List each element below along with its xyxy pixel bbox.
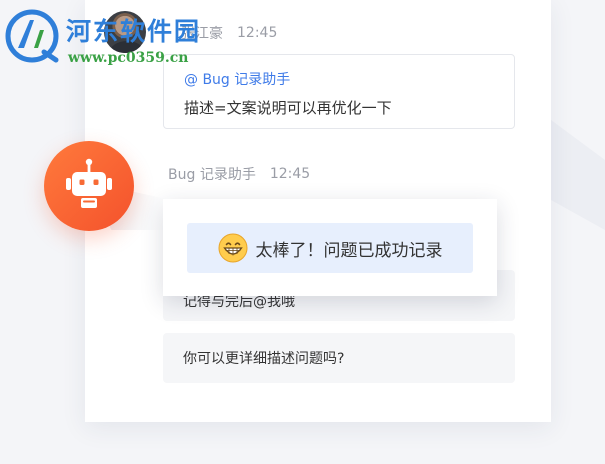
message-time: 12:45 — [237, 25, 278, 41]
bot-question-text: 你可以更详细描述问题吗? — [183, 351, 345, 367]
site-watermark: 河东软件园 www.pc0359.cn — [4, 8, 214, 68]
watermark-url: www.pc0359.cn — [68, 50, 189, 66]
success-toast: 太棒了！问题已成功记录 — [187, 223, 473, 273]
mention-link[interactable]: @ Bug 记录助手 — [184, 69, 494, 89]
bot-message-header: Bug 记录助手 12:45 — [168, 164, 310, 184]
message-text: 描述=文案说明可以再优化一下 — [184, 99, 392, 117]
bot-message-time: 12:45 — [269, 166, 311, 182]
bot-sender-name: Bug 记录助手 — [168, 167, 256, 183]
watermark-logo-icon — [5, 9, 59, 63]
robot-icon — [66, 158, 112, 208]
toast-text: 太棒了！问题已成功记录 — [255, 240, 443, 261]
robot-avatar[interactable] — [44, 141, 134, 231]
bot-question-bubble: 你可以更详细描述问题吗? — [163, 333, 515, 383]
user-message-bubble: @ Bug 记录助手 描述=文案说明可以再优化一下 — [163, 54, 515, 129]
watermark-title: 河东软件园 — [66, 17, 202, 46]
success-popup: 太棒了！问题已成功记录 — [163, 199, 497, 296]
grinning-face-icon — [218, 233, 247, 263]
